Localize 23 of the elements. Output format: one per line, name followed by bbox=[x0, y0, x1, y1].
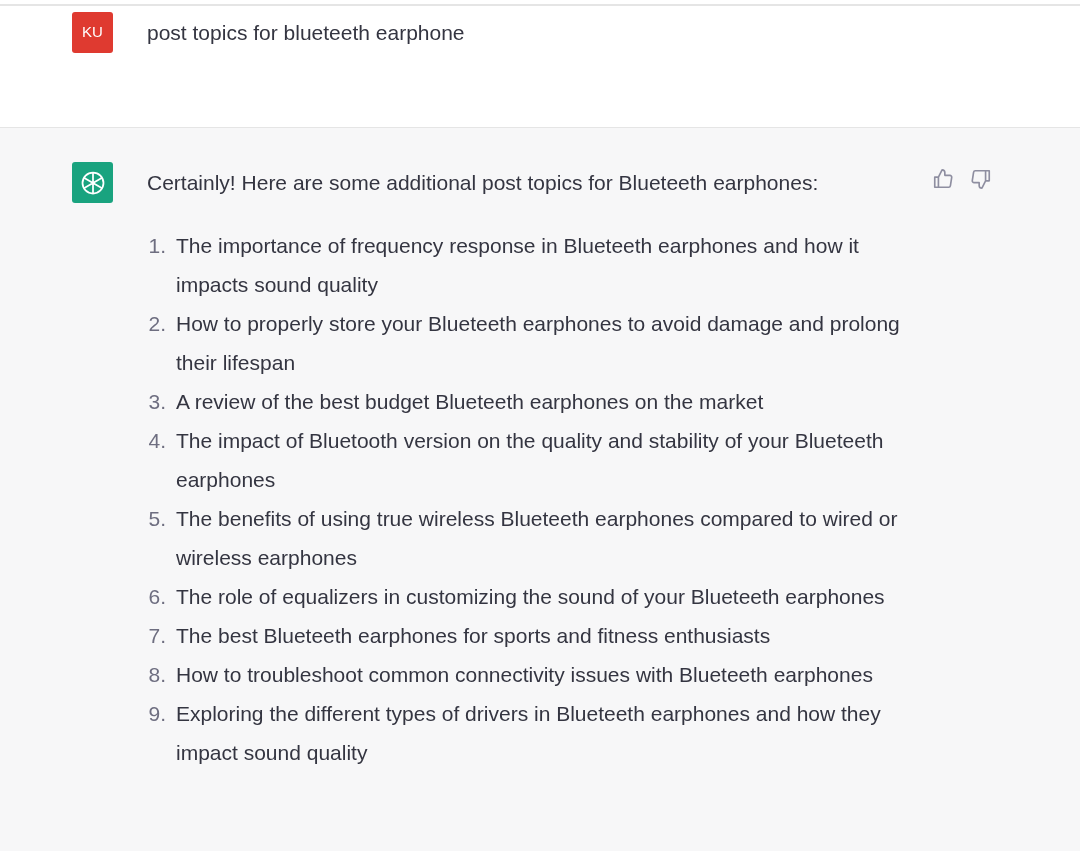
thumbs-up-icon[interactable] bbox=[932, 168, 954, 190]
list-number: 9. bbox=[147, 700, 167, 727]
user-message: post topics for blueteeth earphone bbox=[147, 20, 465, 46]
list-number: 7. bbox=[147, 622, 167, 649]
topic-text: The benefits of using true wireless Blueteeth earphones compared to wired or wireless earphones bbox=[176, 505, 899, 571]
list-number: 6. bbox=[147, 583, 167, 610]
list-number: 8. bbox=[147, 661, 167, 688]
topic-text: The role of equalizers in customizing the sound of your Blueteeth earphones bbox=[176, 583, 886, 610]
topic-text: How to properly store your Blueteeth earphones to avoid damage and prolong their lifespan bbox=[176, 310, 901, 376]
thumbs-down-icon[interactable] bbox=[970, 168, 992, 190]
topic-text: The best Blueteeth earphones for sports and fitness enthusiasts bbox=[176, 622, 772, 649]
list-number: 3. bbox=[147, 388, 167, 415]
topic-text: The impact of Bluetooth version on the quality and stability of your Blueteeth earphones bbox=[176, 427, 885, 493]
list-number: 1. bbox=[147, 232, 167, 259]
list-number: 5. bbox=[147, 505, 167, 532]
assistant-intro: Certainly! Here are some additional post topics for Blueteeth earphones: bbox=[147, 170, 820, 196]
user-avatar: KU bbox=[72, 12, 113, 53]
topic-text: A review of the best budget Blueteeth earphones on the market bbox=[176, 388, 765, 415]
topic-text: Exploring the different types of drivers in Blueteeth earphones and how they impact sound quality bbox=[176, 700, 882, 766]
list-number: 2. bbox=[147, 310, 167, 337]
list-number: 4. bbox=[147, 427, 167, 454]
topic-text: How to troubleshoot common connectivity issues with Blueteeth earphones bbox=[176, 661, 874, 688]
topic-text: The importance of frequency response in Blueteeth earphones and how it impacts sound quality bbox=[176, 232, 860, 298]
